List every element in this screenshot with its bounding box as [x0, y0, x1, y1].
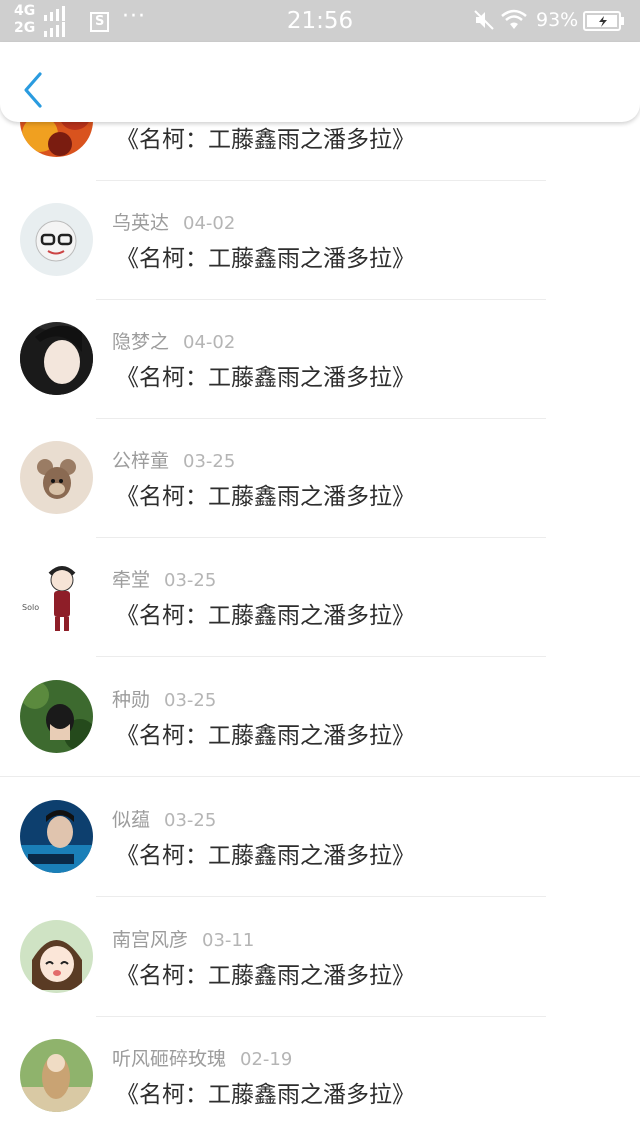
author-name-text: 似蕴	[112, 809, 151, 831]
divider	[96, 656, 546, 657]
list-item[interactable]: 《名柯：工藤鑫雨之潘多拉》	[0, 122, 640, 181]
item-title: 《名柯：工藤鑫雨之潘多拉》	[116, 843, 415, 869]
item-title: 《名柯：工藤鑫雨之潘多拉》	[116, 246, 415, 272]
avatar[interactable]	[20, 800, 93, 873]
item-title: 《名柯：工藤鑫雨之潘多拉》	[116, 1082, 415, 1108]
avatar[interactable]	[20, 1039, 93, 1112]
author-name: 南宫风彦 03-11	[112, 925, 254, 952]
wifi-icon	[501, 9, 527, 29]
post-date: 04-02	[183, 332, 236, 353]
post-date: 03-25	[164, 810, 217, 831]
author-name-text: 听风砸碎玫瑰	[112, 1048, 227, 1070]
list-item[interactable]: Solo 牵堂 03-25 《名柯：工藤鑫雨之潘多拉》	[0, 538, 640, 657]
post-date: 03-11	[202, 930, 255, 951]
avatar[interactable]	[20, 122, 93, 157]
battery-percent: 93%	[536, 9, 579, 31]
post-date: 03-25	[164, 690, 217, 711]
author-name-text: 乌英达	[112, 212, 170, 234]
status-bar: 4G 2G S ··· 21:56 93%	[0, 0, 640, 42]
list-item[interactable]: 听风砸碎玫瑰 02-19 《名柯：工藤鑫雨之潘多拉》	[0, 1017, 640, 1136]
list-item[interactable]: 似蕴 03-25 《名柯：工藤鑫雨之潘多拉》	[0, 778, 640, 897]
battery-charging-icon	[583, 11, 624, 31]
author-name-text: 隐梦之	[112, 331, 170, 353]
navigation-bar	[0, 42, 640, 122]
author-name: 乌英达 04-02	[112, 208, 235, 235]
avatar[interactable]	[20, 203, 93, 276]
author-name: 似蕴 03-25	[112, 805, 216, 832]
list-item[interactable]: 南宫风彦 03-11 《名柯：工藤鑫雨之潘多拉》	[0, 898, 640, 1017]
avatar[interactable]	[20, 680, 93, 753]
author-name-text: 公梓童	[112, 450, 170, 472]
item-title: 《名柯：工藤鑫雨之潘多拉》	[116, 723, 415, 749]
author-name: 牵堂 03-25	[112, 565, 216, 592]
comment-list: 《名柯：工藤鑫雨之潘多拉》 乌英达 04-02 《名柯：工藤鑫雨之潘多拉》 隐梦之…	[0, 122, 640, 1138]
list-item[interactable]: 乌英达 04-02 《名柯：工藤鑫雨之潘多拉》	[0, 181, 640, 300]
divider	[0, 776, 640, 777]
author-name-text: 南宫风彦	[112, 929, 189, 951]
list-item[interactable]: 公梓童 03-25 《名柯：工藤鑫雨之潘多拉》	[0, 419, 640, 538]
author-name: 种勋 03-25	[112, 685, 216, 712]
post-date: 02-19	[240, 1049, 293, 1070]
avatar[interactable]: Solo	[20, 560, 93, 633]
item-title: 《名柯：工藤鑫雨之潘多拉》	[116, 963, 415, 989]
item-title: 《名柯：工藤鑫雨之潘多拉》	[116, 484, 415, 510]
item-title: 《名柯：工藤鑫雨之潘多拉》	[116, 127, 415, 153]
avatar[interactable]	[20, 441, 93, 514]
author-name: 隐梦之 04-02	[112, 327, 235, 354]
author-name: 听风砸碎玫瑰 02-19	[112, 1044, 292, 1071]
svg-text:Solo: Solo	[22, 603, 39, 612]
avatar[interactable]	[20, 322, 93, 395]
divider	[96, 896, 546, 897]
avatar[interactable]	[20, 920, 93, 993]
item-title: 《名柯：工藤鑫雨之潘多拉》	[116, 603, 415, 629]
list-item[interactable]: 种勋 03-25 《名柯：工藤鑫雨之潘多拉》	[0, 658, 640, 777]
list-item[interactable]: 隐梦之 04-02 《名柯：工藤鑫雨之潘多拉》	[0, 300, 640, 419]
author-name-text: 牵堂	[112, 569, 151, 591]
back-chevron-icon[interactable]	[18, 70, 48, 110]
author-name: 公梓童 03-25	[112, 446, 235, 473]
post-date: 04-02	[183, 213, 236, 234]
author-name-text: 种勋	[112, 689, 151, 711]
post-date: 03-25	[183, 451, 236, 472]
item-title: 《名柯：工藤鑫雨之潘多拉》	[116, 365, 415, 391]
mute-icon	[474, 10, 494, 30]
post-date: 03-25	[164, 570, 217, 591]
